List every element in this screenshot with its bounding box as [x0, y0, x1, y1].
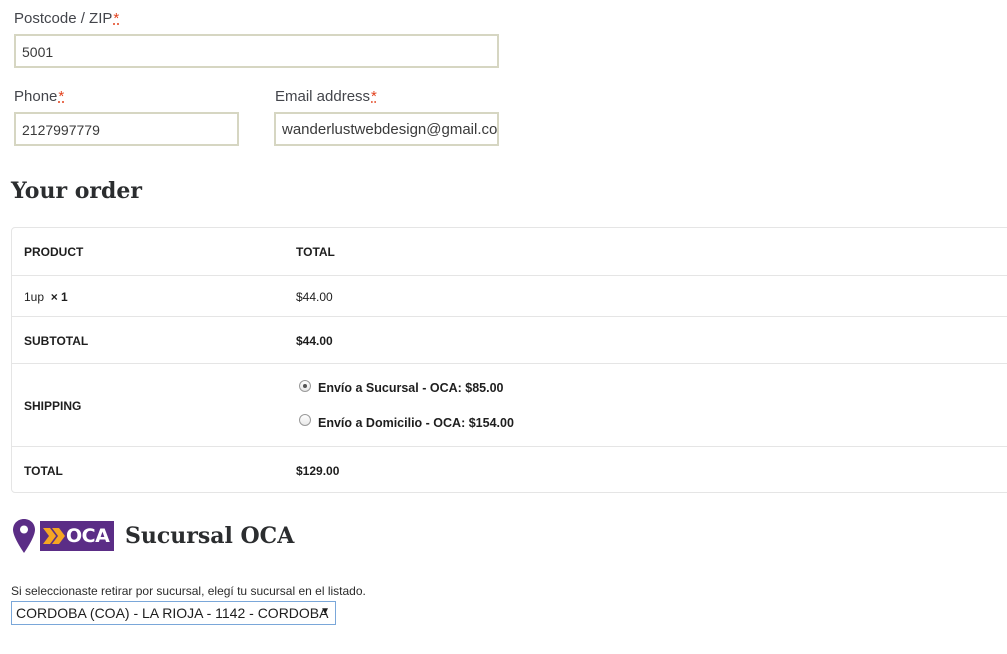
order-total-label: TOTAL [24, 464, 63, 478]
subtotal-row: SUBTOTAL $44.00 [12, 316, 1007, 363]
phone-input[interactable]: 2127997779 [14, 112, 239, 146]
shipping-radio-domicilio[interactable] [299, 414, 311, 426]
table-header-row: PRODUCT TOTAL [12, 228, 1007, 275]
order-total-value: $129.00 [296, 464, 340, 478]
cart-item-row: 1up × 1 $44.00 [12, 275, 1007, 316]
dropdown-arrow-icon: ▼ [320, 606, 330, 617]
branch-select[interactable]: CORDOBA (COA) - LA RIOJA - 1142 - CORDOB… [11, 601, 336, 625]
oca-logo: OCA [40, 521, 114, 551]
your-order-heading: Your order [11, 178, 142, 204]
column-header-product: PRODUCT [24, 245, 84, 259]
subtotal-value: $44.00 [296, 334, 333, 348]
email-label: Email address* [275, 88, 377, 105]
sucursal-oca-heading: Sucursal OCA [125, 523, 295, 549]
required-mark: * [113, 10, 120, 27]
order-total-row: TOTAL $129.00 [12, 446, 1007, 493]
column-header-total: TOTAL [296, 245, 335, 259]
email-input[interactable]: wanderlustwebdesign@gmail.com [274, 112, 499, 146]
required-mark: * [58, 88, 65, 105]
product-name: 1up [24, 290, 45, 304]
product-total: $44.00 [296, 290, 333, 304]
shipping-option-label[interactable]: Envío a Sucursal - OCA: $85.00 [318, 381, 504, 395]
shipping-label: SHIPPING [24, 399, 82, 413]
order-review-table: PRODUCT TOTAL 1up × 1 $44.00 SUBTOTAL $4… [11, 227, 1007, 493]
postcode-label: Postcode / ZIP* [14, 10, 120, 27]
shipping-row: SHIPPING Envío a Sucursal - OCA: $85.00 … [12, 363, 1007, 446]
branch-selected-value: CORDOBA (COA) - LA RIOJA - 1142 - CORDOB… [16, 605, 329, 621]
branch-help-text: Si seleccionaste retirar por sucursal, e… [11, 584, 366, 598]
oca-logo-text: OCA [66, 525, 110, 547]
phone-label: Phone* [14, 88, 65, 105]
subtotal-label: SUBTOTAL [24, 334, 89, 348]
postcode-input[interactable]: 5001 [14, 34, 499, 68]
shipping-radio-sucursal[interactable] [299, 380, 311, 392]
map-pin-icon [12, 518, 36, 554]
product-quantity: × 1 [50, 290, 68, 304]
shipping-option-label[interactable]: Envío a Domicilio - OCA: $154.00 [318, 416, 514, 430]
required-mark: * [371, 88, 377, 105]
product-name-cell: 1up × 1 [24, 290, 68, 304]
